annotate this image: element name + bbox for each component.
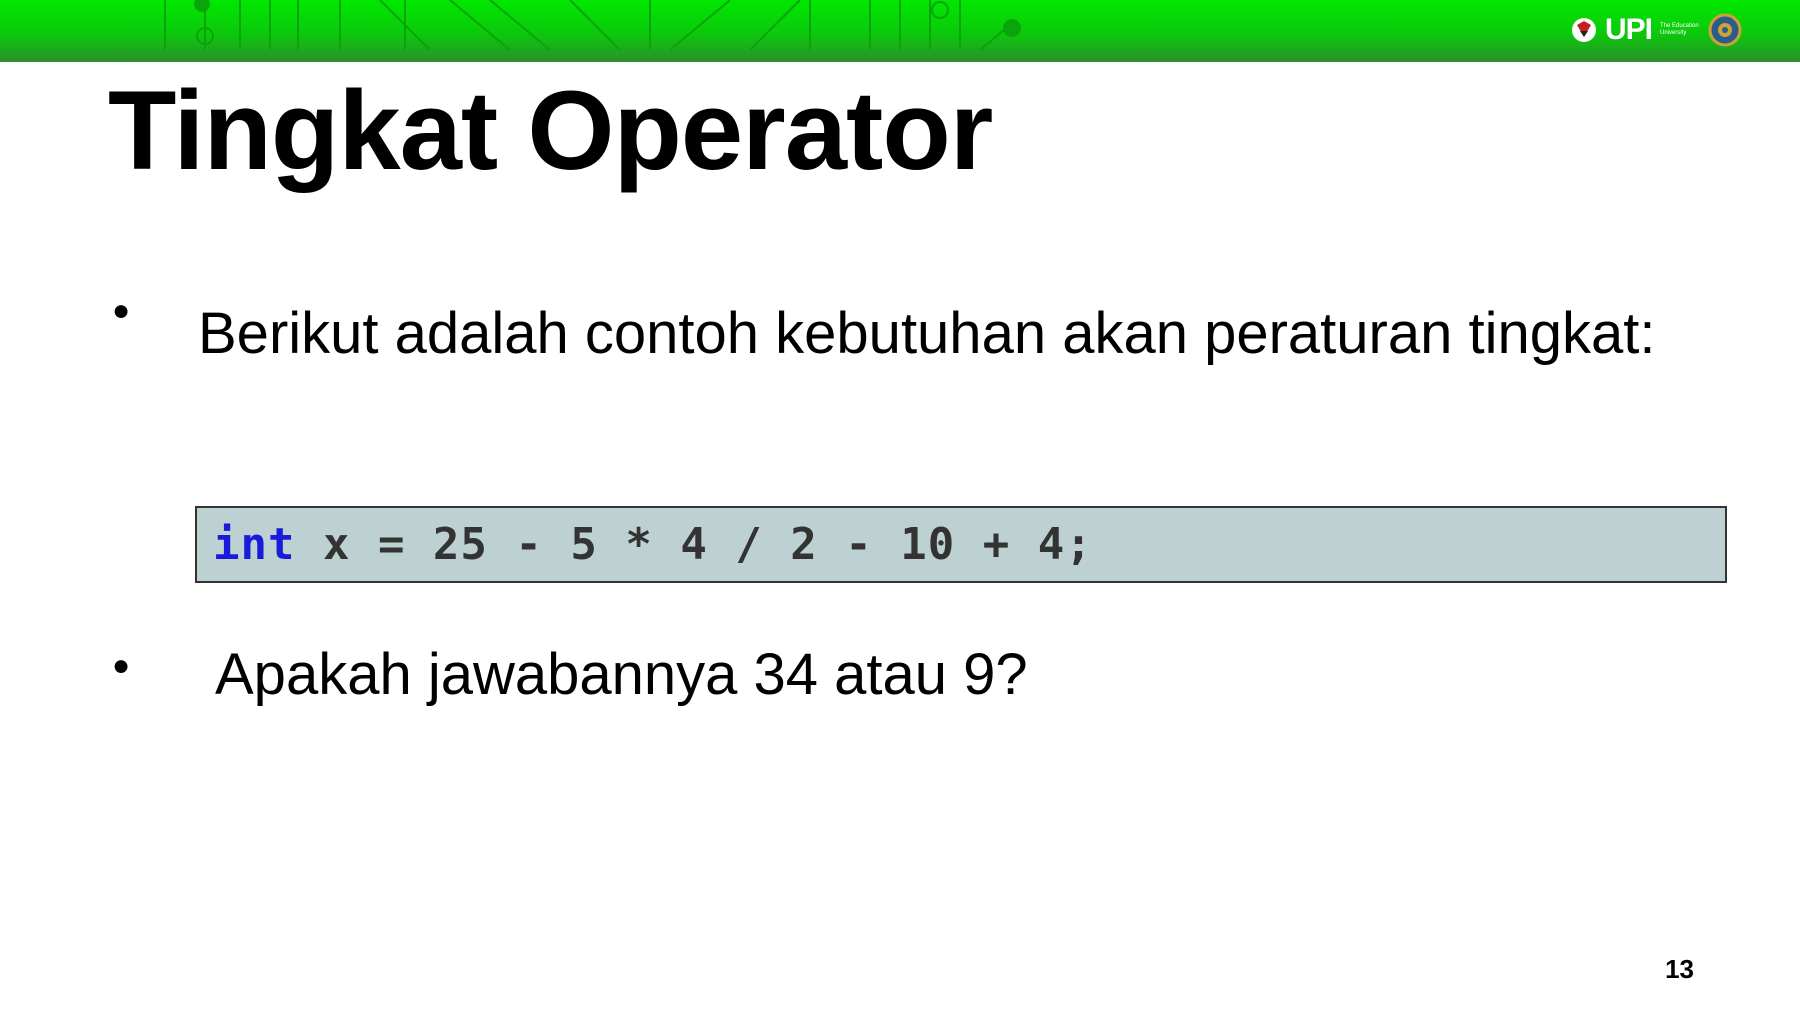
code-line: int x = 25 - 5 * 4 / 2 - 10 + 4; [213,519,1093,570]
page-number: 13 [1665,954,1694,984]
code-expression: x = 25 - 5 * 4 / 2 - 10 + 4; [295,519,1093,570]
page-title: Tingkat Operator [108,68,993,193]
bullet-text: Apakah jawabannya 34 atau 9? [215,642,1028,707]
university-seal-icon [1708,13,1742,47]
code-keyword: int [213,519,296,570]
code-snippet: int x = 25 - 5 * 4 / 2 - 10 + 4; [195,506,1727,583]
bullet-marker: ● [112,294,131,327]
bullet-text: Berikut adalah contoh kebutuhan akan per… [198,301,1656,366]
logo-text: UPI [1604,13,1653,46]
circuit-pattern-decoration [164,0,1021,51]
upi-emblem-icon [1571,18,1596,42]
bullet-marker: ● [112,649,131,682]
header-bar: UPI The Education University [0,0,1800,62]
logo-tagline: The Education University [1660,23,1699,36]
upi-logo: UPI The Education University [1571,10,1742,50]
